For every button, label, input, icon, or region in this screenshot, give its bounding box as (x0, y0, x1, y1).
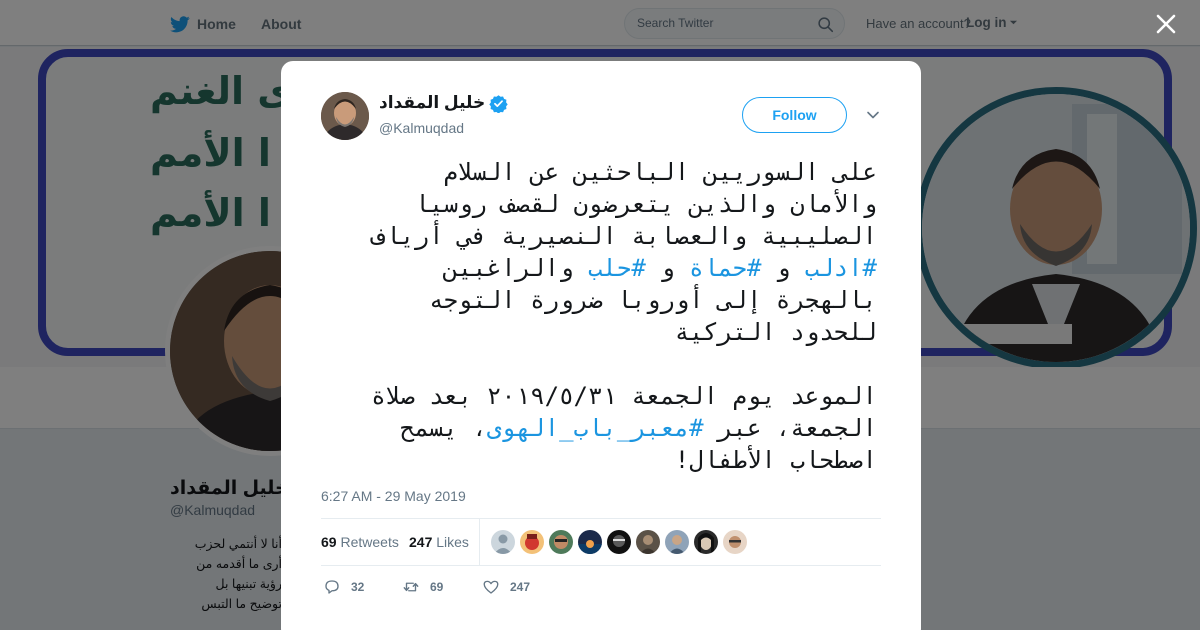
tweet-timestamp[interactable]: 6:27 AM - 29 May 2019 (321, 488, 466, 504)
liker-avatar[interactable] (694, 530, 718, 554)
tweet-fragment: ، يسمح (400, 414, 487, 442)
reply-icon (325, 580, 339, 594)
tweet-text: على السوريين الباحثين عن السلام والأمان … (321, 156, 877, 476)
liker-avatars (491, 530, 747, 554)
tweet-line: الموعد يوم الجمعة ٢٠١٩/٥/٣١ بعد صلاة (371, 382, 877, 410)
tweet-stats: 69 Retweets 247 Likes (321, 518, 881, 566)
liker-avatar[interactable] (665, 530, 689, 554)
liker-avatar[interactable] (520, 530, 544, 554)
retweet-count: 69 (430, 580, 444, 594)
like-count: 247 (510, 580, 531, 594)
tweet-line: الصليبية والعصابة النصيرية في أرياف (371, 222, 877, 250)
tweet-line: اصطحاب الأطفال! (674, 446, 877, 474)
tweet-fragment: و (645, 254, 690, 282)
close-icon[interactable] (1152, 10, 1180, 38)
likes-count: 247 (409, 534, 433, 550)
likes-label: Likes (436, 534, 469, 550)
retweets-label: Retweets (340, 534, 399, 550)
liker-avatar[interactable] (636, 530, 660, 554)
liker-avatar[interactable] (723, 530, 747, 554)
author-name-row[interactable]: خليل المقداد (379, 93, 508, 113)
hashtag-link[interactable]: #ادلب (805, 254, 877, 282)
retweets-stat[interactable]: 69 Retweets (321, 534, 399, 550)
tweet-fragment: والراغبين (443, 254, 588, 282)
author-avatar[interactable] (321, 92, 369, 140)
reply-action[interactable]: 32 (323, 578, 364, 596)
tweet-actions: 32 69 247 (321, 578, 621, 598)
hashtag-link[interactable]: #حماة (689, 254, 761, 282)
liker-avatar[interactable] (549, 530, 573, 554)
tweet-line: للحدود التركية (674, 318, 877, 346)
retweet-action[interactable]: 69 (402, 578, 443, 596)
retweets-count: 69 (321, 534, 337, 550)
tweet-modal: خليل المقداد @Kalmuqdad Follow على السور… (281, 61, 921, 630)
tweet-fragment: و (761, 254, 805, 282)
tweet-line: والأمان والذين يتعرضون لقصف روسيا (414, 190, 877, 218)
author-handle[interactable]: @Kalmuqdad (379, 120, 464, 136)
tweet-line: بالهجرة إلى أوروبا ضرورة التوجه (429, 286, 877, 314)
tweet-line: #ادلب و #حماة و #حلب والراغبين (321, 252, 877, 284)
liker-avatar[interactable] (491, 530, 515, 554)
stats-divider (479, 519, 480, 566)
chevron-down-icon[interactable] (866, 108, 880, 122)
tweet-line: على السوريين الباحثين عن السلام (443, 158, 877, 186)
reply-count: 32 (351, 580, 365, 594)
liker-avatar[interactable] (578, 530, 602, 554)
like-action[interactable]: 247 (482, 578, 530, 596)
follow-button[interactable]: Follow (742, 97, 847, 133)
heart-icon (483, 580, 499, 594)
retweet-icon (403, 582, 419, 592)
verified-badge-icon (489, 94, 508, 113)
hashtag-link[interactable]: #حلب (588, 254, 646, 282)
tweet-fragment: الجمعة، عبر (703, 414, 877, 442)
liker-avatar[interactable] (607, 530, 631, 554)
hashtag-link[interactable]: #معبر_باب_الهوى (487, 414, 704, 442)
likes-stat[interactable]: 247 Likes (409, 534, 469, 550)
author-name: خليل المقداد (379, 93, 486, 112)
tweet-line: الجمعة، عبر #معبر_باب_الهوى، يسمح (321, 412, 877, 444)
